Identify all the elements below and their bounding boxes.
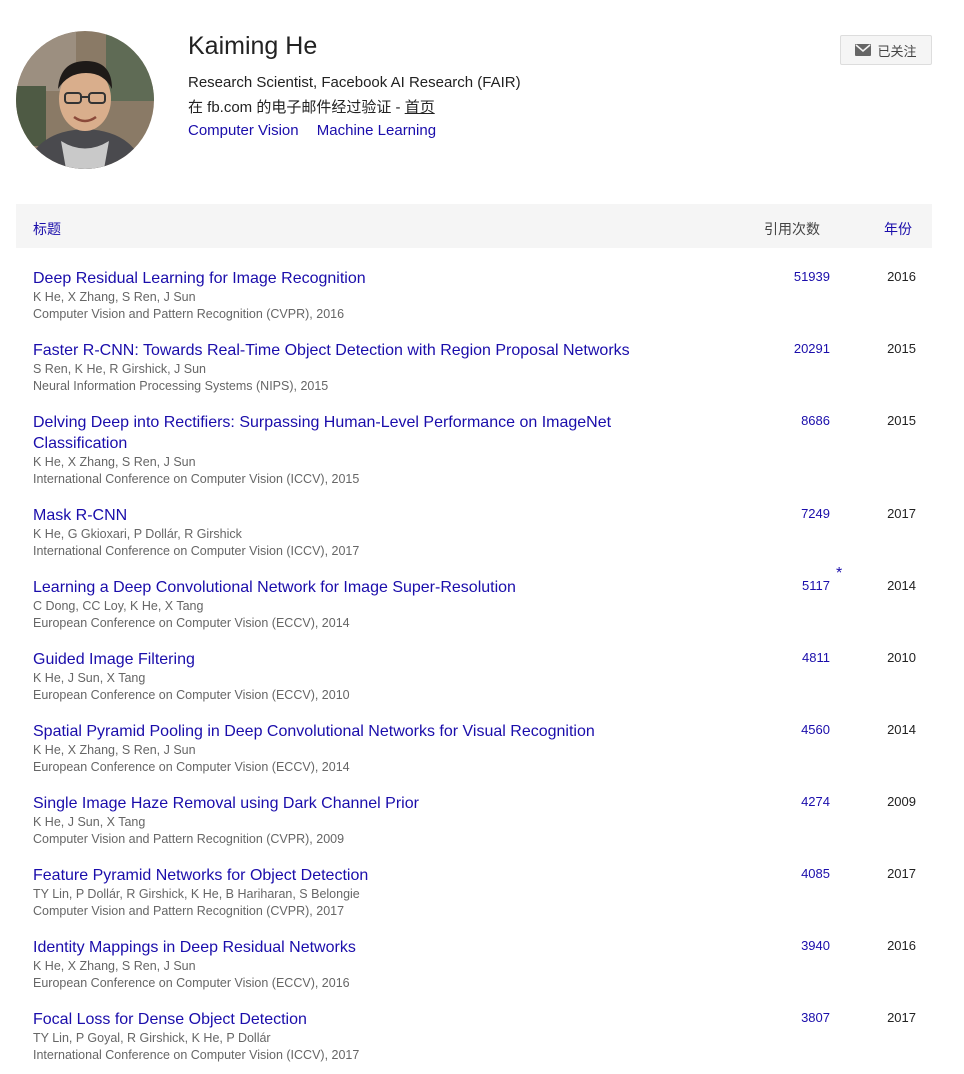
table-header: 标题 引用次数 年份 (16, 204, 932, 248)
publication-title[interactable]: Focal Loss for Dense Object Detection (33, 1009, 673, 1030)
publication-year: 2010 (887, 650, 916, 665)
interest-link[interactable]: Computer Vision (188, 122, 299, 139)
publication-title[interactable]: Mask R-CNN (33, 505, 673, 526)
sort-by-citations[interactable]: 引用次数 (764, 219, 820, 239)
publication-year: 2017 (887, 506, 916, 521)
publication-year: 2014 (887, 578, 916, 593)
citation-count[interactable]: 7249 (790, 506, 830, 521)
citation-count[interactable]: 4560 (790, 722, 830, 737)
publication-authors: C Dong, CC Loy, K He, X Tang (33, 599, 204, 613)
profile-affiliation: Research Scientist, Facebook AI Research… (188, 74, 521, 91)
publication-authors: K He, X Zhang, S Ren, J Sun (33, 743, 196, 757)
sort-by-title[interactable]: 标题 (33, 219, 61, 239)
profile-name: Kaiming He (188, 32, 318, 60)
verified-email-text: 在 fb.com 的电子邮件经过验证 - (188, 99, 405, 116)
publication-venue: European Conference on Computer Vision (… (33, 688, 350, 702)
publication-row: Mask R-CNN K He, G Gkioxari, P Dollár, R… (33, 505, 932, 560)
publication-title[interactable]: Guided Image Filtering (33, 649, 673, 670)
publication-row: Learning a Deep Convolutional Network fo… (33, 565, 932, 632)
citation-count[interactable]: 5117 (790, 578, 830, 593)
publication-row: Focal Loss for Dense Object Detection TY… (33, 1009, 932, 1064)
merged-citations-star[interactable]: * (836, 565, 842, 583)
publication-venue: Neural Information Processing Systems (N… (33, 379, 329, 393)
citation-count[interactable]: 20291 (790, 341, 830, 356)
publication-venue: Computer Vision and Pattern Recognition … (33, 307, 345, 321)
publication-authors: TY Lin, P Goyal, R Girshick, K He, P Dol… (33, 1031, 271, 1045)
citation-count[interactable]: 4274 (790, 794, 830, 809)
verified-email: 在 fb.com 的电子邮件经过验证 - 首页 (188, 96, 435, 117)
publication-year: 2016 (887, 938, 916, 953)
citation-count[interactable]: 4085 (790, 866, 830, 881)
avatar (16, 31, 154, 169)
sort-by-year[interactable]: 年份 (884, 219, 912, 239)
citation-count[interactable]: 4811 (790, 650, 830, 665)
publication-authors: S Ren, K He, R Girshick, J Sun (33, 362, 206, 376)
publication-title[interactable]: Single Image Haze Removal using Dark Cha… (33, 793, 673, 814)
publication-row: Guided Image Filtering K He, J Sun, X Ta… (33, 649, 932, 704)
publication-venue: International Conference on Computer Vis… (33, 544, 360, 558)
publication-year: 2009 (887, 794, 916, 809)
publication-title[interactable]: Identity Mappings in Deep Residual Netwo… (33, 937, 673, 958)
publication-venue: Computer Vision and Pattern Recognition … (33, 904, 345, 918)
publication-row: Deep Residual Learning for Image Recogni… (33, 268, 932, 323)
interest-link[interactable]: Machine Learning (317, 122, 436, 139)
publication-row: Spatial Pyramid Pooling in Deep Convolut… (33, 721, 932, 776)
publication-row: Feature Pyramid Networks for Object Dete… (33, 865, 932, 920)
citation-count[interactable]: 51939 (790, 269, 830, 284)
publication-title[interactable]: Feature Pyramid Networks for Object Dete… (33, 865, 673, 886)
publication-year: 2014 (887, 722, 916, 737)
publication-year: 2017 (887, 1010, 916, 1025)
publication-authors: K He, J Sun, X Tang (33, 815, 146, 829)
publication-venue: European Conference on Computer Vision (… (33, 616, 350, 630)
homepage-link[interactable]: 首页 (405, 99, 435, 116)
publication-venue: International Conference on Computer Vis… (33, 1048, 360, 1062)
publication-authors: K He, J Sun, X Tang (33, 671, 146, 685)
publication-row: Faster R-CNN: Towards Real-Time Object D… (33, 340, 932, 395)
citation-count[interactable]: 8686 (790, 413, 830, 428)
publication-year: 2015 (887, 341, 916, 356)
publication-title[interactable]: Delving Deep into Rectifiers: Surpassing… (33, 412, 673, 454)
publication-authors: K He, X Zhang, S Ren, J Sun (33, 290, 196, 304)
publication-authors: K He, X Zhang, S Ren, J Sun (33, 959, 196, 973)
publication-row: Single Image Haze Removal using Dark Cha… (33, 793, 932, 848)
publication-title[interactable]: Deep Residual Learning for Image Recogni… (33, 268, 673, 289)
publication-venue: Computer Vision and Pattern Recognition … (33, 832, 345, 846)
publication-row: Identity Mappings in Deep Residual Netwo… (33, 937, 932, 992)
publication-venue: European Conference on Computer Vision (… (33, 760, 350, 774)
publication-authors: K He, X Zhang, S Ren, J Sun (33, 455, 196, 469)
publication-title[interactable]: Learning a Deep Convolutional Network fo… (33, 577, 673, 598)
publication-title[interactable]: Faster R-CNN: Towards Real-Time Object D… (33, 340, 733, 361)
publication-venue: International Conference on Computer Vis… (33, 472, 360, 486)
publication-year: 2017 (887, 866, 916, 881)
citation-count[interactable]: 3807 (790, 1010, 830, 1025)
avatar-photo (16, 31, 154, 169)
publication-title[interactable]: Spatial Pyramid Pooling in Deep Convolut… (33, 721, 733, 742)
publication-row: Delving Deep into Rectifiers: Surpassing… (33, 412, 932, 488)
publication-year: 2016 (887, 269, 916, 284)
mail-icon (855, 44, 872, 56)
publication-year: 2015 (887, 413, 916, 428)
publication-authors: TY Lin, P Dollár, R Girshick, K He, B Ha… (33, 887, 360, 901)
publication-authors: K He, G Gkioxari, P Dollár, R Girshick (33, 527, 242, 541)
follow-button[interactable]: 已关注 (840, 35, 932, 65)
citation-count[interactable]: 3940 (790, 938, 830, 953)
publication-venue: European Conference on Computer Vision (… (33, 976, 350, 990)
follow-label: 已关注 (877, 43, 917, 59)
research-interests: Computer Vision Machine Learning (188, 122, 450, 139)
